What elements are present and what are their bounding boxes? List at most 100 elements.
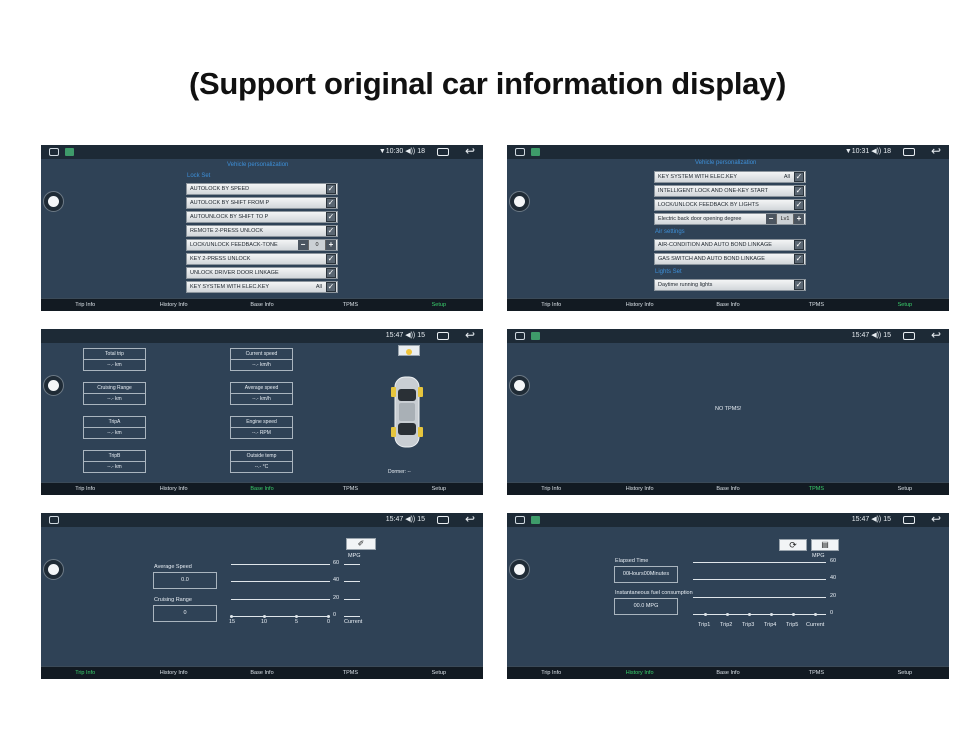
refresh-button[interactable]: ⟳ [779,539,807,551]
tab-history-info[interactable]: History Info [129,483,217,495]
delete-button[interactable]: ▤ [811,539,839,551]
setting-row[interactable]: AUTOLOCK BY SPEED ✓ [186,183,338,195]
tab-trip-info[interactable]: Trip Info [507,483,595,495]
tab-setup[interactable]: Setup [395,483,483,495]
recent-apps-icon[interactable] [903,516,915,524]
tab-base-info[interactable]: Base Info [684,299,772,311]
setting-row[interactable]: AUTOUNLOCK BY SHIFT TO P ✓ [186,211,338,223]
home-button[interactable] [509,375,530,396]
feedback-tone-stepper[interactable]: −0 + [298,240,336,250]
tab-trip-info[interactable]: Trip Info [41,667,129,679]
back-icon[interactable]: ↩ [465,145,475,158]
tab-base-info[interactable]: Base Info [218,667,306,679]
setting-row[interactable]: KEY SYSTEM WITH ELEC.KEY All ✓ [654,171,806,183]
tab-setup[interactable]: Setup [861,667,949,679]
minus-button[interactable]: − [298,240,308,250]
tab-setup[interactable]: Setup [861,299,949,311]
setting-row[interactable]: LOCK/UNLOCK FEEDBACK-TONE −0 + [186,239,338,251]
checkbox[interactable]: ✓ [794,280,804,290]
recent-apps-icon[interactable] [437,332,449,340]
tab-history-info[interactable]: History Info [129,299,217,311]
minus-button[interactable]: − [766,214,776,224]
home-button[interactable] [509,191,530,212]
back-icon[interactable]: ↩ [465,513,475,526]
light-button[interactable] [398,345,420,356]
setting-row[interactable]: Electric back door opening degree − Lv1 + [654,213,806,225]
plus-button[interactable]: + [794,214,804,224]
checkbox[interactable]: ✓ [794,254,804,264]
gridline [693,579,826,580]
tab-base-info[interactable]: Base Info [218,483,306,495]
setting-row[interactable]: Daytime running lights ✓ [654,279,806,291]
tab-base-info[interactable]: Base Info [218,299,306,311]
setting-row[interactable]: KEY SYSTEM WITH ELEC.KEY All ✓ [186,281,338,293]
home-button[interactable] [43,191,64,212]
back-door-stepper[interactable]: − Lv1 + [766,214,804,224]
launcher-icon[interactable] [515,516,525,524]
checkbox[interactable]: ✓ [326,268,336,278]
setting-row[interactable]: INTELLIGENT LOCK AND ONE-KEY START ✓ [654,185,806,197]
checkbox[interactable]: ✓ [794,240,804,250]
tab-setup[interactable]: Setup [861,483,949,495]
tab-tpms[interactable]: TPMS [772,667,860,679]
tab-base-info[interactable]: Base Info [684,667,772,679]
tab-history-info[interactable]: History Info [129,667,217,679]
home-button[interactable] [43,559,64,580]
tab-tpms[interactable]: TPMS [306,667,394,679]
home-button[interactable] [509,559,530,580]
checkbox[interactable]: ✓ [326,226,336,236]
setting-row[interactable]: AIR-CONDITION AND AUTO BOND LINKAGE ✓ [654,239,806,251]
tab-tpms[interactable]: TPMS [772,483,860,495]
setting-row[interactable]: AUTOLOCK BY SHIFT FROM P ✓ [186,197,338,209]
launcher-icon[interactable] [49,516,59,524]
back-icon[interactable]: ↩ [931,145,941,158]
recent-apps-icon[interactable] [903,148,915,156]
tab-setup[interactable]: Setup [395,299,483,311]
back-icon[interactable]: ↩ [465,329,475,342]
checkbox[interactable]: ✓ [326,254,336,264]
tab-history-info[interactable]: History Info [595,667,683,679]
tab-tpms[interactable]: TPMS [772,299,860,311]
checkbox[interactable]: ✓ [326,184,336,194]
setting-row[interactable]: LOCK/UNLOCK FEEDBACK BY LIGHTS ✓ [654,199,806,211]
tab-tpms[interactable]: TPMS [306,299,394,311]
checkbox[interactable]: ✓ [794,186,804,196]
setting-row[interactable]: GAS SWITCH AND AUTO BOND LINKAGE ✓ [654,253,806,265]
legend-line [344,581,360,582]
home-button[interactable] [43,375,64,396]
tab-tpms[interactable]: TPMS [306,483,394,495]
bottom-nav: Trip Info History Info Base Info TPMS Se… [41,298,483,311]
checkbox[interactable]: ✓ [326,198,336,208]
recent-apps-icon[interactable] [437,516,449,524]
tab-trip-info[interactable]: Trip Info [507,667,595,679]
checkbox[interactable]: ✓ [794,172,804,182]
launcher-icon[interactable] [515,332,525,340]
y-tick: 40 [830,575,837,581]
recent-apps-icon[interactable] [903,332,915,340]
recent-apps-icon[interactable] [437,148,449,156]
tab-base-info[interactable]: Base Info [684,483,772,495]
tab-history-info[interactable]: History Info [595,299,683,311]
setting-row[interactable]: REMOTE 2-PRESS UNLOCK ✓ [186,225,338,237]
checkbox[interactable]: ✓ [794,200,804,210]
tab-trip-info[interactable]: Trip Info [41,483,129,495]
tab-setup[interactable]: Setup [395,667,483,679]
stepper-value: Lv1 [776,214,794,224]
clear-button[interactable]: ✐ [346,538,376,550]
setting-row[interactable]: KEY 2-PRESS UNLOCK ✓ [186,253,338,265]
checkbox[interactable]: ✓ [326,282,336,292]
back-icon[interactable]: ↩ [931,329,941,342]
box-label: Current speed [231,349,292,360]
tab-trip-info[interactable]: Trip Info [41,299,129,311]
x-tick: Trip4 [764,622,777,628]
gridline [693,562,826,563]
launcher-icon[interactable] [49,148,59,156]
checkbox[interactable]: ✓ [326,212,336,222]
setting-row[interactable]: UNLOCK DRIVER DOOR LINKAGE ✓ [186,267,338,279]
cruising-range-value: 0 [183,610,187,616]
launcher-icon[interactable] [515,148,525,156]
plus-button[interactable]: + [326,240,336,250]
tab-trip-info[interactable]: Trip Info [507,299,595,311]
back-icon[interactable]: ↩ [931,513,941,526]
tab-history-info[interactable]: History Info [595,483,683,495]
